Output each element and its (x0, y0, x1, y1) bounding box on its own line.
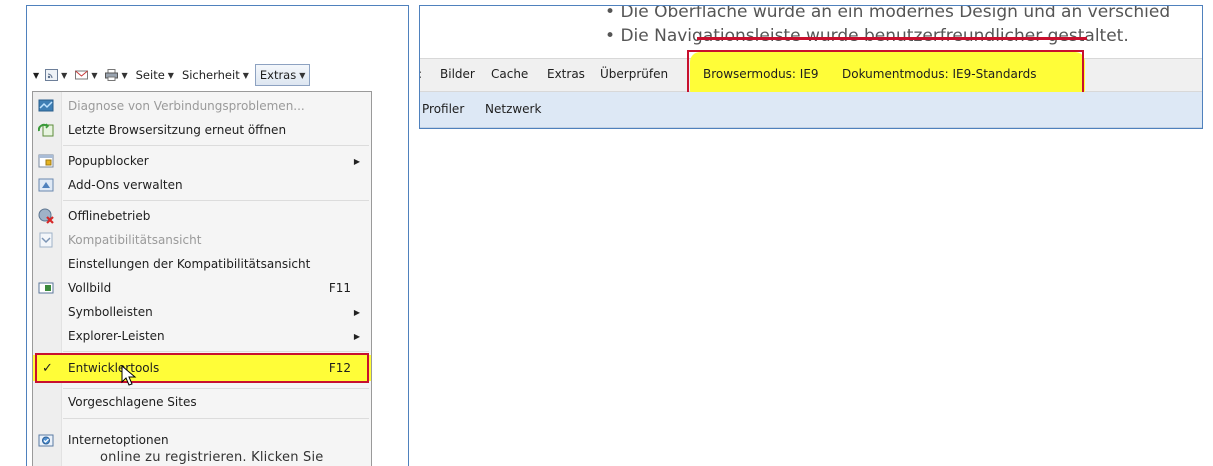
devtools-tab-bar: Profiler Netzwerk (420, 92, 1202, 128)
tab-profiler[interactable]: Profiler (422, 102, 464, 116)
chevron-down-icon: ▼ (91, 70, 98, 80)
strikethrough-line (697, 37, 1087, 40)
tools-dropdown-menu: Diagnose von Verbindungsproblemen... Let… (32, 91, 372, 466)
tools-overflow-arrow[interactable]: ▼ (27, 64, 41, 86)
menu-item-toolbars[interactable]: Symbolleisten ▶ (33, 300, 371, 324)
menu-separator-dot: : (420, 67, 422, 81)
submenu-arrow-icon: ▶ (353, 331, 360, 341)
print-button[interactable]: ▼ (101, 64, 131, 86)
menu-item-suggested-sites[interactable]: Vorgeschlagene Sites (33, 390, 371, 414)
menu-separator (63, 351, 369, 352)
menu-separator (63, 388, 369, 389)
menu-item-fullscreen[interactable]: Vollbild F11 (33, 276, 371, 300)
page-bullet-line: • Die Navigationsleiste wurde benutzerfr… (605, 26, 1129, 46)
menu-separator (63, 200, 369, 201)
bullet-icon: • (605, 26, 616, 46)
menu-item-shortcut: F11 (328, 281, 351, 295)
reopen-session-icon (38, 123, 54, 137)
submenu-arrow-icon: ▶ (353, 307, 360, 317)
devtools-menu-bilder[interactable]: Bilder (440, 67, 475, 81)
menu-item-popup-blocker[interactable]: Popupblocker ▶ (33, 149, 371, 173)
menu-item-compatibility-view[interactable]: Kompatibilitätsansicht (33, 228, 371, 252)
addons-icon (38, 178, 54, 192)
menu-item-work-offline[interactable]: Offlinebetrieb (33, 204, 371, 228)
menu-item-explorer-bars[interactable]: Explorer-Leisten ▶ (33, 324, 371, 348)
menu-item-label: Kompatibilitätsansicht (68, 233, 202, 247)
tools-menu-button[interactable]: Extras ▼ (254, 64, 311, 86)
left-screenshot-panel: ▼ ▼ ▼ ▼ Seite ▼ Sicherheit ▼ Extras ▼ Di… (26, 5, 409, 466)
chevron-down-icon: ▼ (299, 70, 306, 80)
bullet-icon: • (605, 5, 616, 22)
network-diagnose-icon (38, 99, 54, 112)
mail-button[interactable]: ▼ (71, 64, 101, 86)
menu-item-label: Popupblocker (68, 154, 149, 168)
menu-item-manage-addons[interactable]: Add-Ons verwalten (33, 173, 371, 197)
menu-item-label: Vorgeschlagene Sites (68, 395, 197, 409)
menu-separator (63, 418, 369, 419)
tools-menu-label: Extras (259, 68, 297, 82)
menu-item-label: Vollbild (68, 281, 112, 295)
printer-icon (105, 69, 119, 81)
menu-item-diagnose[interactable]: Diagnose von Verbindungsproblemen... (33, 94, 371, 118)
safety-menu-button[interactable]: Sicherheit ▼ (178, 64, 253, 86)
page-bullet-line: • Die Oberfläche wurde an ein modernes D… (605, 5, 1171, 22)
chevron-down-icon: ▼ (167, 70, 174, 80)
background-page-text: online zu registrieren. Klicken Sie (100, 450, 324, 465)
menu-item-label: Einstellungen der Kompatibilitätsansicht (68, 257, 311, 271)
menu-item-label: Symbolleisten (68, 305, 153, 319)
menu-separator (63, 145, 369, 146)
fullscreen-icon (38, 282, 54, 294)
menu-item-internet-options[interactable]: Internetoptionen (33, 428, 371, 452)
menu-item-reopen-session[interactable]: Letzte Browsersitzung erneut öffnen (33, 118, 371, 142)
right-screenshot-panel: • Die Oberfläche wurde an ein modernes D… (419, 5, 1203, 129)
menu-item-label: Offlinebetrieb (68, 209, 151, 223)
menu-item-label: Diagnose von Verbindungsproblemen... (68, 99, 305, 113)
devtools-menu-cache[interactable]: Cache (491, 67, 528, 81)
submenu-arrow-icon: ▶ (353, 156, 360, 166)
safety-menu-label: Sicherheit (181, 68, 240, 82)
chevron-down-icon: ▼ (121, 70, 128, 80)
devtools-menu-extras[interactable]: Extras (547, 67, 585, 81)
compatibility-icon (39, 232, 53, 248)
menu-item-label: Letzte Browsersitzung erneut öffnen (68, 123, 287, 137)
annotation-red-box (687, 50, 1084, 98)
page-menu-label: Seite (135, 68, 165, 82)
feeds-button[interactable]: ▼ (41, 64, 71, 86)
chevron-down-icon: ▼ (33, 70, 40, 80)
chevron-down-icon: ▼ (61, 70, 68, 80)
page-menu-button[interactable]: Seite ▼ (132, 64, 178, 86)
offline-icon (38, 208, 54, 224)
feeds-icon (45, 69, 59, 81)
ie-command-bar: ▼ ▼ ▼ ▼ Seite ▼ Sicherheit ▼ Extras ▼ (27, 61, 408, 89)
menu-item-compatibility-settings[interactable]: Einstellungen der Kompatibilitätsansicht (33, 252, 371, 276)
devtools-menu-ueberpruefen[interactable]: Überprüfen (600, 67, 668, 81)
annotation-red-box (35, 353, 369, 383)
mail-icon (75, 70, 89, 80)
bullet-text: Die Oberfläche wurde an ein modernes Des… (620, 5, 1171, 22)
menu-item-label: Explorer-Leisten (68, 329, 165, 343)
tab-netzwerk[interactable]: Netzwerk (485, 102, 541, 116)
internet-options-icon (38, 434, 54, 447)
chevron-down-icon: ▼ (242, 70, 249, 80)
bullet-text: Die Navigationsleiste wurde benutzerfreu… (620, 26, 1129, 46)
menu-item-label: Internetoptionen (68, 433, 169, 447)
mouse-cursor-icon (121, 365, 137, 386)
menu-item-label: Add-Ons verwalten (68, 178, 183, 192)
popup-blocker-icon (38, 154, 54, 168)
